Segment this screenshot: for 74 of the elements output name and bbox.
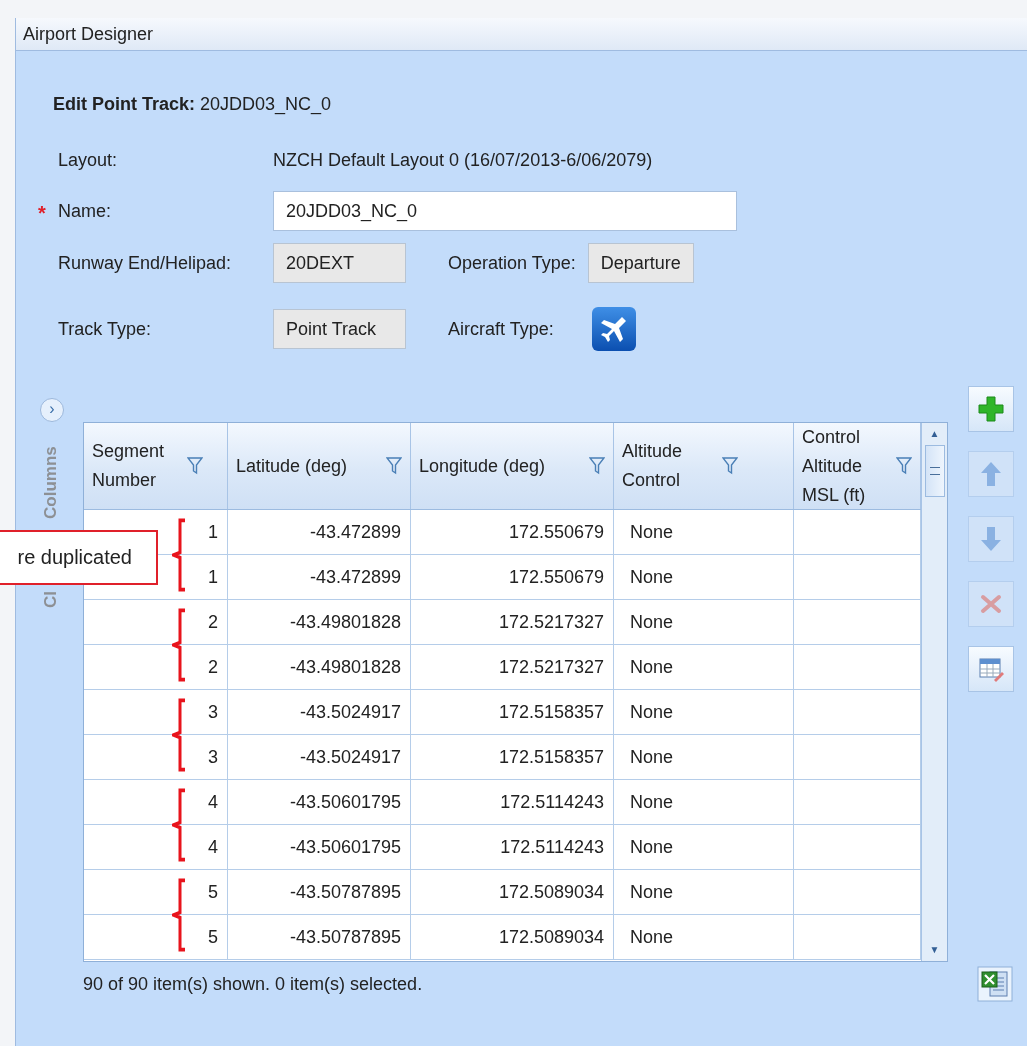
required-mark: * xyxy=(38,201,46,225)
table-cell: 4 xyxy=(208,791,218,813)
table-cell: None xyxy=(630,701,674,723)
field-label: Track Type: xyxy=(57,318,153,340)
table-cell: -43.49801828 xyxy=(289,656,401,678)
track-type-field: Point Track xyxy=(273,309,406,349)
heading: Edit Point Track: 20JDD03_NC_0 xyxy=(53,94,333,117)
table-cell: None xyxy=(630,656,674,678)
column-header[interactable]: Longitude (deg) xyxy=(411,423,614,509)
column-header[interactable]: Segment Number xyxy=(84,423,228,509)
table-cell: 5 xyxy=(208,926,218,948)
name-field[interactable]: 20JDD03_NC_0 xyxy=(273,191,737,231)
filter-icon[interactable] xyxy=(589,457,605,475)
table-cell: 2 xyxy=(208,656,218,678)
table-cell: -43.50787895 xyxy=(289,926,401,948)
airplane-icon[interactable] xyxy=(591,307,636,351)
table-cell: -43.472899 xyxy=(309,566,401,588)
table-cell: 172.550679 xyxy=(508,521,604,543)
expand-button[interactable]: › xyxy=(40,398,64,422)
edit-table-button[interactable] xyxy=(968,646,1014,692)
table-cell: 3 xyxy=(208,701,218,723)
table-cell: None xyxy=(630,566,674,588)
column-header[interactable]: Latitude (deg) xyxy=(228,423,411,509)
window-title: Airport Designer xyxy=(16,18,1027,51)
field-label: Layout: xyxy=(57,149,119,171)
plus-icon xyxy=(976,394,1006,424)
table-cell: -43.5024917 xyxy=(299,701,401,723)
table-cell: -43.50601795 xyxy=(289,791,401,813)
filter-icon[interactable] xyxy=(187,457,203,475)
callout-annotation: re duplicated xyxy=(0,530,158,585)
table-cell: 5 xyxy=(208,881,218,903)
table-cell: 172.5217327 xyxy=(498,611,604,633)
table-cell: 172.5217327 xyxy=(498,656,604,678)
scrollbar[interactable]: ▲ ▼ xyxy=(921,423,947,961)
table-cell: 3 xyxy=(208,746,218,768)
table-cell: 172.5158357 xyxy=(498,701,604,723)
table-cell: -43.472899 xyxy=(309,521,401,543)
field-label: Aircraft Type: xyxy=(448,318,554,340)
scroll-up-arrow[interactable]: ▲ xyxy=(929,423,940,445)
table-cell: 2 xyxy=(208,611,218,633)
scroll-down-arrow[interactable]: ▼ xyxy=(929,939,940,961)
filter-icon[interactable] xyxy=(722,457,738,475)
filter-icon[interactable] xyxy=(386,457,402,475)
table-cell: 4 xyxy=(208,836,218,858)
table-cell: None xyxy=(630,836,674,858)
table-cell: 172.5089034 xyxy=(498,881,604,903)
add-button[interactable] xyxy=(968,386,1014,432)
table-cell: 1 xyxy=(208,521,218,543)
table-cell: 172.5089034 xyxy=(498,926,604,948)
table-cell: 172.5158357 xyxy=(498,746,604,768)
table-cell: -43.50601795 xyxy=(289,836,401,858)
table-cell: -43.49801828 xyxy=(289,611,401,633)
table-cell: None xyxy=(630,926,674,948)
table-cell: 172.5114243 xyxy=(500,836,604,858)
table-cell: None xyxy=(630,521,674,543)
table-cell: None xyxy=(630,791,674,813)
operation-field: Departure xyxy=(587,243,694,283)
spreadsheet-export-icon[interactable] xyxy=(977,966,1013,1002)
runway-field: 20DEXT xyxy=(273,243,406,283)
table-cell: 1 xyxy=(208,566,218,588)
filter-icon[interactable] xyxy=(896,457,912,475)
status-text: 90 of 90 item(s) shown. 0 item(s) selected. xyxy=(83,973,423,995)
table-cell: 172.550679 xyxy=(508,566,604,588)
field-label: Name: xyxy=(58,200,111,221)
field-label: Runway End/Helipad: xyxy=(57,252,233,274)
table-cell: None xyxy=(630,746,674,768)
table-cell: -43.50787895 xyxy=(289,881,401,903)
layout-value: NZCH Default Layout 0 (16/07/2013-6/06/2079) xyxy=(273,149,653,171)
table-cell: None xyxy=(630,611,674,633)
table-cell: 172.5114243 xyxy=(500,791,604,813)
table-cell: None xyxy=(630,881,674,903)
table-cell: -43.5024917 xyxy=(299,746,401,768)
column-header[interactable]: Altitude Control xyxy=(614,423,794,509)
field-label: Operation Type: xyxy=(448,252,576,274)
